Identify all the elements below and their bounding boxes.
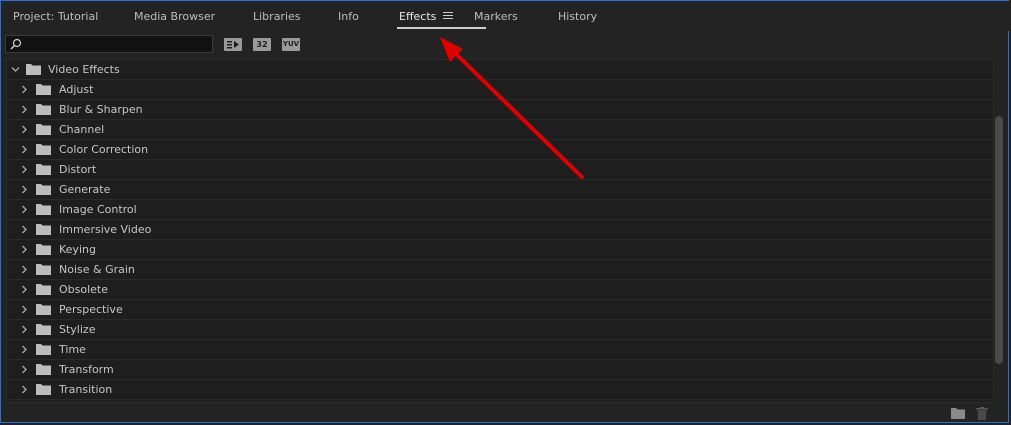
32bit-color-icon: 32 <box>256 40 268 49</box>
folder-icon <box>36 144 51 155</box>
tree-item-blur-sharpen[interactable]: Blur & Sharpen <box>7 100 993 120</box>
chevron-right-icon[interactable] <box>20 225 29 234</box>
tree-item-label: Transition <box>59 383 113 396</box>
tree-item-label: Color Correction <box>59 143 149 156</box>
tab-media-browser[interactable]: Media Browser <box>134 10 215 30</box>
tree-item-partial <box>7 400 993 402</box>
folder-icon <box>36 304 51 315</box>
tree-item-color-correction[interactable]: Color Correction <box>7 140 993 160</box>
trash-icon[interactable] <box>976 407 988 420</box>
chevron-right-icon[interactable] <box>20 325 29 334</box>
tree-root-label: Video Effects <box>48 63 120 76</box>
folder-icon <box>36 164 51 175</box>
yuv-effects-button[interactable]: YUV <box>282 38 300 51</box>
tree-item-label: Noise & Grain <box>59 263 135 276</box>
folder-icon <box>26 64 41 75</box>
folder-icon <box>36 244 51 255</box>
tree-item-transition[interactable]: Transition <box>7 380 993 400</box>
scrollbar-thumb[interactable] <box>995 116 1003 364</box>
folder-icon <box>36 84 51 95</box>
chevron-right-icon[interactable] <box>20 165 29 174</box>
tree-item-label: Obsolete <box>59 283 109 296</box>
chevron-right-icon[interactable] <box>20 125 29 134</box>
tree-item-channel[interactable]: Channel <box>7 120 993 140</box>
folder-icon <box>36 384 51 395</box>
folder-icon <box>36 364 51 375</box>
active-tab-underline <box>397 27 487 29</box>
tree-item-label: Channel <box>59 123 105 136</box>
accelerated-effects-button[interactable] <box>224 38 242 51</box>
chevron-right-icon[interactable] <box>20 105 29 114</box>
chevron-right-icon[interactable] <box>20 145 29 154</box>
folder-icon <box>36 184 51 195</box>
folder-icon <box>36 264 51 275</box>
chevron-right-icon[interactable] <box>20 245 29 254</box>
tab-history[interactable]: History <box>558 10 597 30</box>
tree-item-perspective[interactable]: Perspective <box>7 300 993 320</box>
tree-item-keying[interactable]: Keying <box>7 240 993 260</box>
tree-item-generate[interactable]: Generate <box>7 180 993 200</box>
search-icon <box>10 38 22 50</box>
tab-markers[interactable]: Markers <box>474 10 518 30</box>
folder-icon <box>36 344 51 355</box>
chevron-right-icon[interactable] <box>20 365 29 374</box>
new-bin-icon[interactable] <box>951 407 965 419</box>
tree-item-obsolete[interactable]: Obsolete <box>7 280 993 300</box>
panel-tab-bar: Project: Tutorial Media Browser Librarie… <box>1 1 1010 31</box>
vertical-scrollbar[interactable] <box>994 59 1003 403</box>
tree-item-label: Generate <box>59 183 111 196</box>
search-input[interactable] <box>24 36 212 54</box>
chevron-right-icon[interactable] <box>20 185 29 194</box>
chevron-right-icon[interactable] <box>20 385 29 394</box>
chevron-right-icon[interactable] <box>20 345 29 354</box>
folder-icon <box>36 104 51 115</box>
folder-icon <box>36 224 51 235</box>
search-box[interactable] <box>5 35 213 54</box>
chevron-right-icon[interactable] <box>20 285 29 294</box>
tree-item-label: Distort <box>59 163 97 176</box>
tree-item-label: Blur & Sharpen <box>59 103 143 116</box>
tree-item-label: Transform <box>59 363 114 376</box>
tree-item-adjust[interactable]: Adjust <box>7 80 993 100</box>
chevron-down-icon[interactable] <box>11 65 20 74</box>
tree-item-label: Adjust <box>59 83 94 96</box>
tree-item-transform[interactable]: Transform <box>7 360 993 380</box>
folder-icon <box>36 324 51 335</box>
effects-toolbar: 32 YUV <box>1 31 1010 57</box>
tree-item-stylize[interactable]: Stylize <box>7 320 993 340</box>
tree-item-label: Keying <box>59 243 96 256</box>
yuv-effects-icon: YUV <box>282 40 300 48</box>
accelerated-effects-icon <box>227 41 239 49</box>
folder-icon <box>36 204 51 215</box>
chevron-right-icon[interactable] <box>20 205 29 214</box>
chevron-right-icon[interactable] <box>20 265 29 274</box>
tree-root-video-effects[interactable]: Video Effects <box>7 60 993 80</box>
tree-item-image-control[interactable]: Image Control <box>7 200 993 220</box>
tree-item-label: Immersive Video <box>59 223 152 236</box>
tree-item-label: Stylize <box>59 323 96 336</box>
chevron-right-icon[interactable] <box>20 85 29 94</box>
tab-project[interactable]: Project: Tutorial <box>13 10 98 30</box>
tree-item-time[interactable]: Time <box>7 340 993 360</box>
tab-libraries[interactable]: Libraries <box>253 10 301 30</box>
tree-item-distort[interactable]: Distort <box>7 160 993 180</box>
32bit-color-button[interactable]: 32 <box>253 38 271 51</box>
tree-item-label: Time <box>59 343 86 356</box>
tree-item-label: Perspective <box>59 303 123 316</box>
folder-icon <box>36 124 51 135</box>
tab-effects[interactable]: Effects <box>397 10 487 30</box>
effects-tree: Video Effects Adjust Blur & Sharpen Channe… <box>6 59 994 403</box>
tree-item-label: Image Control <box>59 203 137 216</box>
chevron-right-icon[interactable] <box>20 305 29 314</box>
folder-icon <box>36 284 51 295</box>
panel-menu-icon[interactable] <box>443 10 453 20</box>
tab-info[interactable]: Info <box>338 10 359 30</box>
tree-item-noise-grain[interactable]: Noise & Grain <box>7 260 993 280</box>
tree-item-immersive-video[interactable]: Immersive Video <box>7 220 993 240</box>
